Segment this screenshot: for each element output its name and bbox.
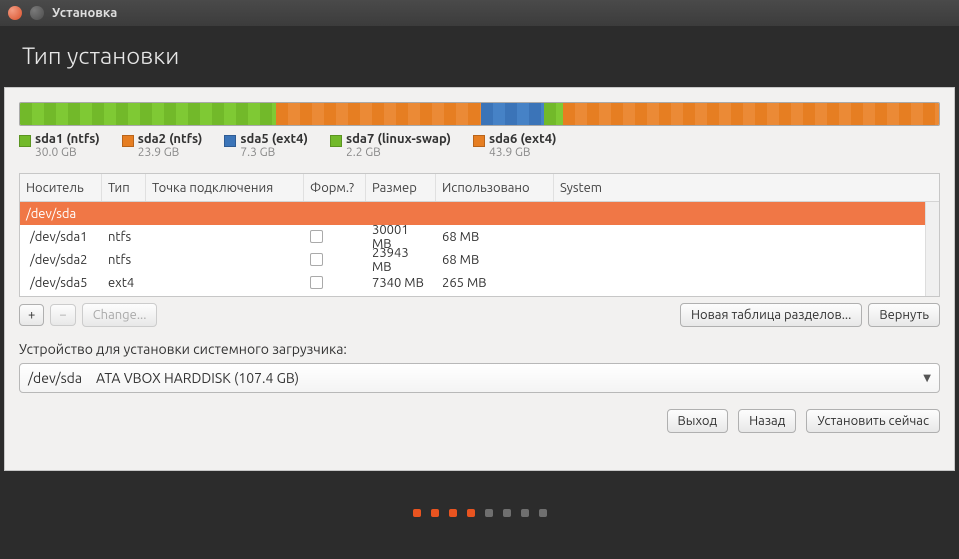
format-checkbox[interactable] [310, 253, 323, 266]
legend-label: sda5 (ext4) [240, 132, 308, 146]
back-button[interactable]: Назад [738, 409, 796, 433]
legend-label: sda6 (ext4) [489, 132, 557, 146]
col-device[interactable]: Носитель [20, 174, 102, 201]
change-partition-button[interactable]: Change... [82, 303, 158, 327]
legend-swatch [473, 135, 485, 147]
table-row[interactable]: /dev/sda [20, 202, 939, 225]
progress-dot [467, 509, 475, 517]
page-title: Тип установки [22, 42, 937, 69]
progress-dot [449, 509, 457, 517]
legend-item: sda5 (ext4)7.3 GB [224, 132, 308, 159]
scrollbar[interactable] [925, 202, 939, 296]
col-mount[interactable]: Точка подключения [146, 174, 304, 201]
partition-segment [276, 103, 481, 125]
progress-dot [431, 509, 439, 517]
bootloader-device-select[interactable]: /dev/sda ATA VBOX HARDDISK (107.4 GB) ▼ [19, 363, 940, 393]
quit-button[interactable]: Выход [667, 409, 729, 433]
window-title: Установка [52, 6, 117, 20]
format-checkbox[interactable] [310, 230, 323, 243]
add-partition-button[interactable]: + [19, 304, 44, 326]
partition-segment [20, 103, 276, 125]
progress-dot [521, 509, 529, 517]
legend-label: sda2 (ntfs) [138, 132, 203, 146]
legend-size: 23.9 GB [138, 146, 203, 159]
remove-partition-button[interactable]: − [50, 304, 75, 326]
progress-dot [539, 509, 547, 517]
partition-segment [563, 103, 939, 125]
legend-swatch [224, 135, 236, 147]
legend-label: sda7 (linux-swap) [346, 132, 451, 146]
col-system[interactable]: System [554, 174, 939, 201]
revert-button[interactable]: Вернуть [868, 303, 940, 327]
col-size[interactable]: Размер [366, 174, 436, 201]
partition-segment [481, 103, 543, 125]
col-type[interactable]: Тип [102, 174, 146, 201]
legend-swatch [19, 135, 31, 147]
new-partition-table-button[interactable]: Новая таблица разделов... [680, 303, 862, 327]
minimize-icon[interactable] [30, 6, 44, 20]
bootloader-label: Устройство для установки системного загр… [19, 341, 940, 357]
progress-dot [485, 509, 493, 517]
content-panel: sda1 (ntfs)30.0 GB sda2 (ntfs)23.9 GB sda5… [4, 87, 955, 471]
install-now-button[interactable]: Установить сейчас [806, 409, 940, 433]
chevron-down-icon: ▼ [923, 372, 931, 384]
titlebar: Установка [0, 0, 959, 26]
col-used[interactable]: Использовано [436, 174, 554, 201]
partition-toolbar: + − Change... Новая таблица разделов... … [19, 303, 940, 327]
legend-size: 30.0 GB [35, 146, 100, 159]
table-row[interactable]: /dev/sda2ntfs23943 MB68 MB [20, 248, 939, 271]
page-header: Тип установки [0, 26, 959, 87]
table-header: Носитель Тип Точка подключения Форм.? Ра… [20, 174, 939, 202]
partition-segment [544, 103, 563, 125]
progress-dot [503, 509, 511, 517]
table-body: /dev/sda/dev/sda1ntfs30001 MB68 MB/dev/s… [20, 202, 939, 296]
legend-item: sda7 (linux-swap)2.2 GB [330, 132, 451, 159]
legend-item: sda1 (ntfs)30.0 GB [19, 132, 100, 159]
partition-table: Носитель Тип Точка подключения Форм.? Ра… [19, 173, 940, 297]
progress-dot [413, 509, 421, 517]
legend-swatch [122, 135, 134, 147]
col-format[interactable]: Форм.? [304, 174, 366, 201]
legend-size: 7.3 GB [240, 146, 308, 159]
format-checkbox[interactable] [310, 276, 323, 289]
table-row[interactable]: /dev/sda5ext47340 MB265 MB [20, 271, 939, 294]
bootloader-device-desc: ATA VBOX HARDDISK (107.4 GB) [96, 370, 299, 386]
table-row[interactable]: /dev/sda1ntfs30001 MB68 MB [20, 225, 939, 248]
close-icon[interactable] [8, 6, 22, 20]
partition-bar [19, 102, 940, 126]
legend-item: sda6 (ext4)43.9 GB [473, 132, 557, 159]
footer-buttons: Выход Назад Установить сейчас [19, 409, 940, 433]
legend-item: sda2 (ntfs)23.9 GB [122, 132, 203, 159]
legend-size: 2.2 GB [346, 146, 451, 159]
legend-size: 43.9 GB [489, 146, 557, 159]
bootloader-device-value: /dev/sda [28, 370, 82, 386]
progress-dots [0, 509, 959, 517]
legend-swatch [330, 135, 342, 147]
legend-label: sda1 (ntfs) [35, 132, 100, 146]
partition-legend: sda1 (ntfs)30.0 GB sda2 (ntfs)23.9 GB sda5… [19, 132, 940, 159]
